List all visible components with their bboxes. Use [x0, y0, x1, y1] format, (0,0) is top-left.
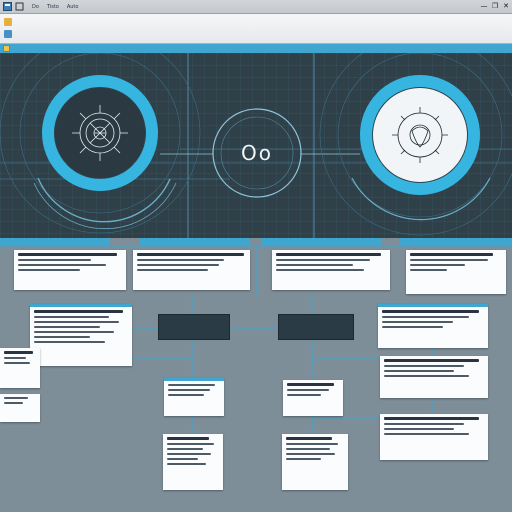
left-gear-diagram	[0, 53, 201, 234]
process-card[interactable]	[0, 394, 40, 422]
process-card[interactable]	[283, 380, 343, 416]
process-card[interactable]	[30, 304, 132, 366]
process-card[interactable]	[282, 434, 348, 490]
process-card[interactable]	[380, 414, 488, 460]
menu-item-2[interactable]: Tisto	[47, 4, 59, 10]
hub-node[interactable]	[158, 314, 230, 340]
minimize-button[interactable]: —	[480, 2, 488, 11]
close-button[interactable]: ✕	[502, 2, 510, 11]
process-card[interactable]	[272, 250, 390, 290]
title-bar: Do Tisto Auto — ❐ ✕	[0, 0, 512, 14]
ribbon-toolbar	[0, 14, 512, 44]
process-card[interactable]	[133, 250, 250, 290]
process-card[interactable]	[164, 378, 224, 416]
folder-icon	[4, 30, 12, 38]
diagram-panel: Oo	[0, 53, 512, 238]
column-header	[262, 238, 382, 246]
document-tab-strip[interactable]	[0, 44, 512, 53]
maximize-button[interactable]: ❐	[491, 2, 499, 11]
document-icon	[3, 45, 10, 52]
right-gear-diagram	[319, 53, 512, 236]
column-header	[140, 238, 250, 246]
menu-item-1[interactable]: Do	[32, 4, 39, 10]
column-header	[400, 238, 512, 246]
app-icon	[3, 2, 12, 11]
hub-node[interactable]	[278, 314, 354, 340]
process-card[interactable]	[163, 434, 223, 490]
center-glyph: Oo	[241, 141, 273, 165]
flow-section	[0, 238, 512, 512]
process-card[interactable]	[380, 356, 488, 398]
menu-item-3[interactable]: Auto	[67, 4, 79, 10]
process-card[interactable]	[406, 250, 506, 294]
process-card[interactable]	[0, 348, 40, 388]
process-card[interactable]	[14, 250, 126, 290]
quick-access-icon[interactable]	[15, 2, 24, 11]
process-card[interactable]	[378, 304, 488, 348]
ribbon-button-1[interactable]	[4, 18, 14, 26]
column-header	[0, 238, 110, 246]
ribbon-button-2[interactable]	[4, 30, 14, 38]
save-icon	[4, 18, 12, 26]
